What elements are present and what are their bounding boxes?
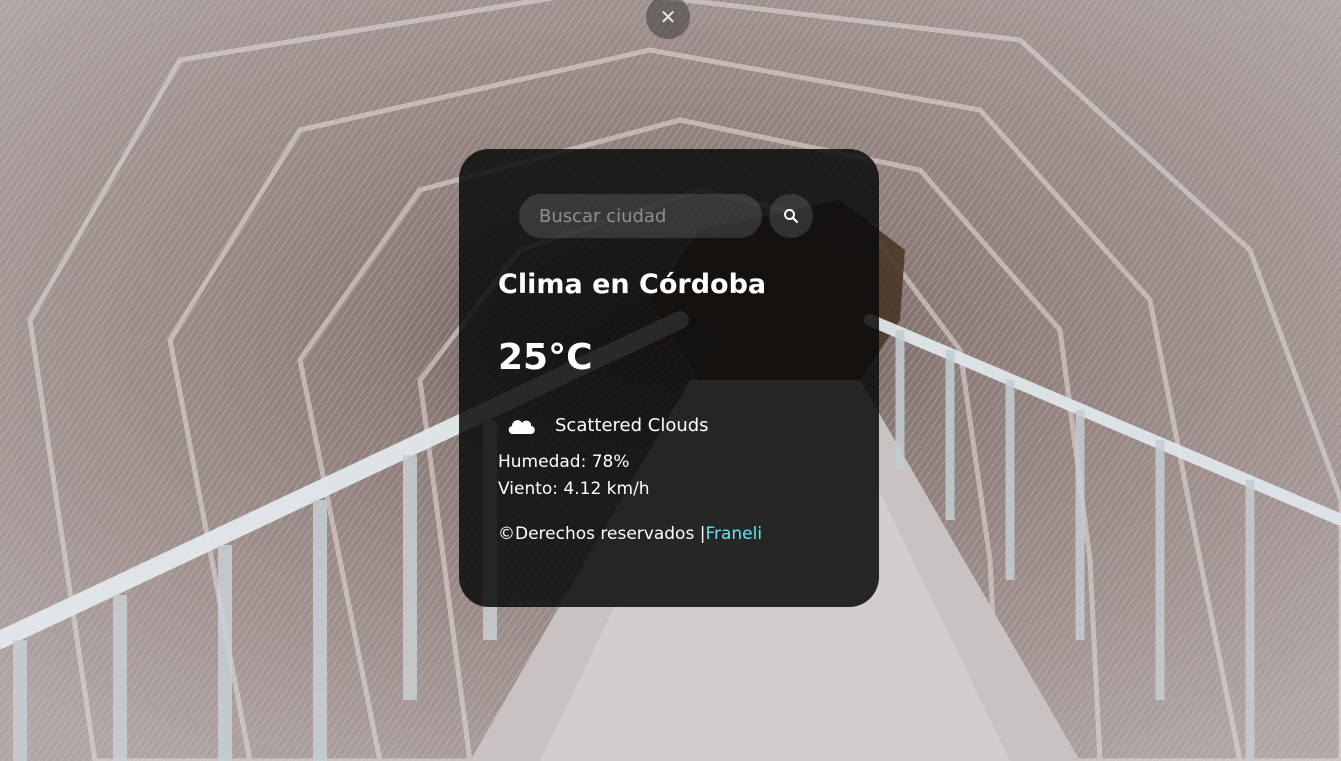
wind-speed: Viento: 4.12 km/h [498,479,650,499]
weather-description-row: Scattered Clouds [504,407,709,443]
search-button[interactable] [769,194,813,238]
footer: ©Derechos reservados |Franeli [498,524,762,544]
author-link[interactable]: Franeli [705,524,762,544]
search-icon [784,209,799,224]
weather-card: Clima en Córdoba 25°C Scattered Clouds H… [459,149,879,607]
temperature: 25°C [498,337,593,378]
search-bar [519,194,813,238]
cloud-icon [508,420,535,434]
humidity: Humedad: 78% [498,452,630,472]
copyright-text: ©Derechos reservados [498,524,700,544]
close-icon: ✕ [659,5,677,29]
search-input[interactable] [519,194,762,238]
city-title: Clima en Córdoba [498,269,767,300]
weather-description: Scattered Clouds [555,414,709,436]
